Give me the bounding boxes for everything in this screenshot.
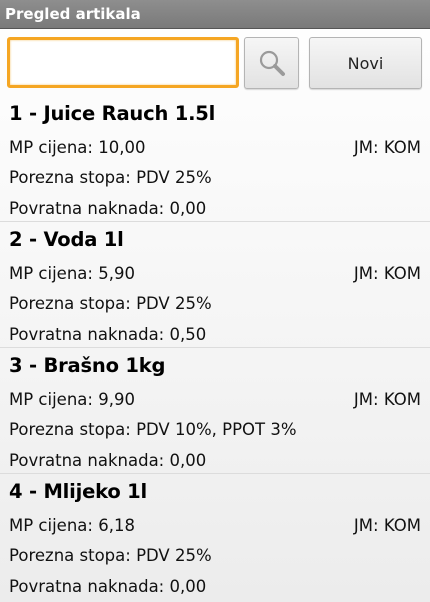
price-value: 5,90	[98, 264, 135, 283]
item-title: 3 - Brašno 1kg	[9, 354, 166, 377]
unit-value: KOM	[383, 516, 421, 535]
search-button[interactable]	[244, 37, 299, 89]
deposit-value: 0,00	[169, 577, 207, 596]
deposit-value: 0,00	[169, 451, 207, 470]
deposit-row: Povratna naknada: 0,50	[9, 325, 206, 344]
unit-label: JM:	[353, 138, 379, 157]
deposit-value: 0,50	[169, 325, 207, 344]
price-value: 9,90	[98, 390, 135, 409]
unit-row: JM: KOM	[354, 516, 421, 535]
tax-row: Porezna stopa: PDV 25%	[9, 546, 212, 565]
unit-label: JM:	[353, 516, 379, 535]
list-item[interactable]: 1 - Juice Rauch 1.5l MP cijena: 10,00 JM…	[0, 96, 430, 222]
price-label: MP cijena:	[9, 138, 93, 157]
price-row: MP cijena: 10,00	[9, 138, 145, 157]
price-value: 6,18	[98, 516, 135, 535]
list-item[interactable]: 4 - Mlijeko 1l MP cijena: 6,18 JM: KOM P…	[0, 474, 430, 600]
unit-row: JM: KOM	[354, 390, 421, 409]
deposit-label: Povratna naknada:	[9, 451, 165, 470]
unit-row: JM: KOM	[354, 264, 421, 283]
tax-value: PDV 25%	[136, 546, 212, 565]
deposit-row: Povratna naknada: 0,00	[9, 451, 206, 470]
deposit-label: Povratna naknada:	[9, 577, 165, 596]
tax-row: Porezna stopa: PDV 10%, PPOT 3%	[9, 420, 297, 439]
price-row: MP cijena: 9,90	[9, 390, 135, 409]
item-list: 1 - Juice Rauch 1.5l MP cijena: 10,00 JM…	[0, 96, 430, 600]
price-row: MP cijena: 6,18	[9, 516, 135, 535]
unit-value: KOM	[383, 390, 421, 409]
list-item[interactable]: 3 - Brašno 1kg MP cijena: 9,90 JM: KOM P…	[0, 348, 430, 474]
unit-row: JM: KOM	[354, 138, 421, 157]
unit-label: JM:	[353, 264, 379, 283]
price-label: MP cijena:	[9, 264, 93, 283]
new-item-button[interactable]: Novi	[309, 37, 422, 89]
toolbar: Novi	[7, 37, 423, 89]
price-label: MP cijena:	[9, 390, 93, 409]
deposit-row: Povratna naknada: 0,00	[9, 577, 206, 596]
deposit-label: Povratna naknada:	[9, 325, 165, 344]
deposit-row: Povratna naknada: 0,00	[9, 199, 206, 218]
tax-label: Porezna stopa:	[9, 294, 131, 313]
unit-label: JM:	[353, 390, 379, 409]
tax-value: PDV 10%, PPOT 3%	[136, 420, 297, 439]
window-title: Pregled artikala	[0, 0, 430, 29]
item-title: 2 - Voda 1l	[9, 228, 124, 251]
unit-value: KOM	[383, 264, 421, 283]
tax-value: PDV 25%	[136, 168, 212, 187]
unit-value: KOM	[383, 138, 421, 157]
tax-row: Porezna stopa: PDV 25%	[9, 168, 212, 187]
price-value: 10,00	[98, 138, 146, 157]
list-item[interactable]: 2 - Voda 1l MP cijena: 5,90 JM: KOM Pore…	[0, 222, 430, 348]
tax-label: Porezna stopa:	[9, 168, 131, 187]
search-icon	[259, 50, 285, 76]
tax-value: PDV 25%	[136, 294, 212, 313]
tax-row: Porezna stopa: PDV 25%	[9, 294, 212, 313]
item-title: 4 - Mlijeko 1l	[9, 480, 148, 503]
tax-label: Porezna stopa:	[9, 420, 131, 439]
deposit-label: Povratna naknada:	[9, 199, 165, 218]
price-label: MP cijena:	[9, 516, 93, 535]
search-input[interactable]	[7, 37, 239, 88]
item-title: 1 - Juice Rauch 1.5l	[9, 102, 216, 125]
deposit-value: 0,00	[169, 199, 207, 218]
tax-label: Porezna stopa:	[9, 546, 131, 565]
price-row: MP cijena: 5,90	[9, 264, 135, 283]
